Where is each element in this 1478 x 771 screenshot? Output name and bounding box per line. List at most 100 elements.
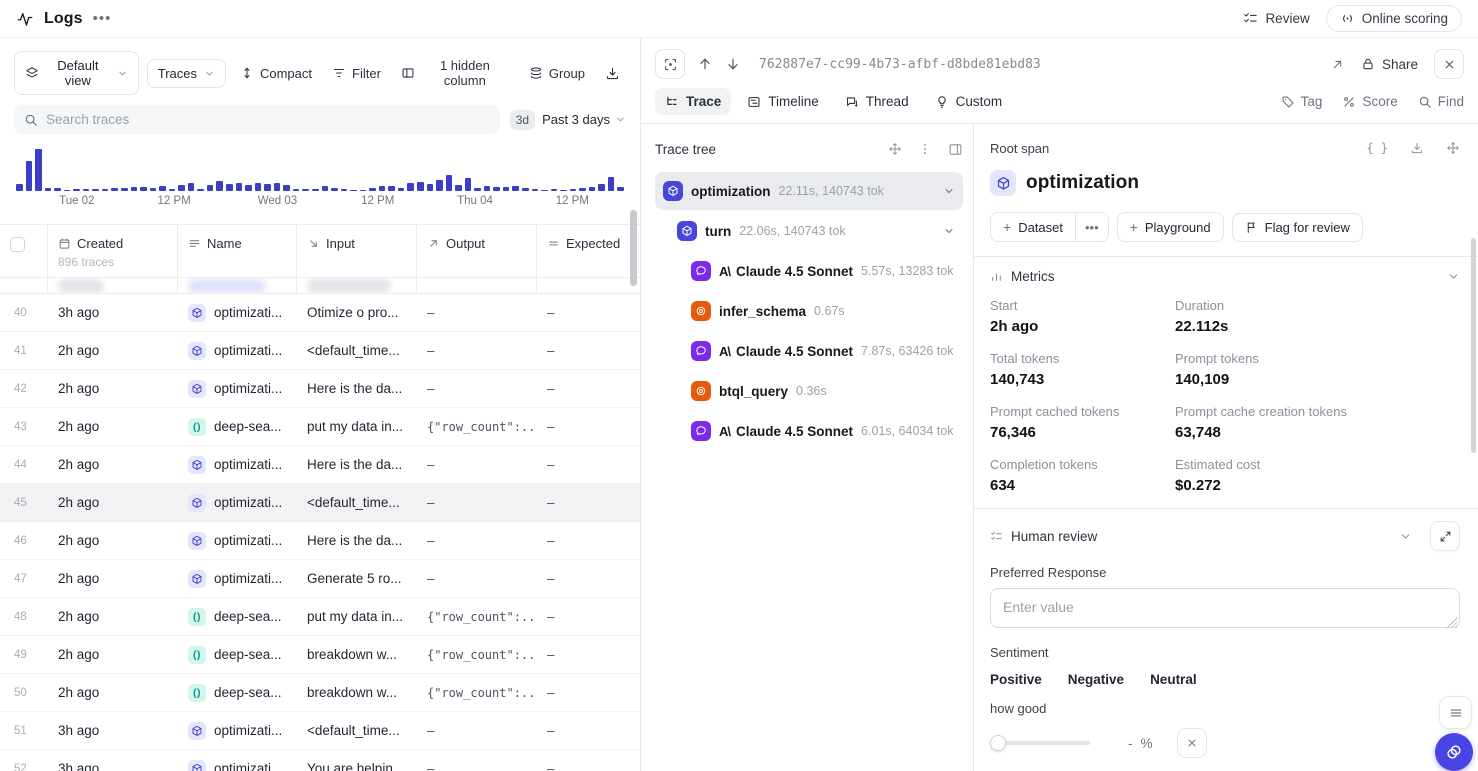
code-braces-icon[interactable]: { } xyxy=(1366,141,1388,155)
table-row[interactable]: 46 2h ago optimizati... Here is the da..… xyxy=(0,522,640,560)
histogram-bar xyxy=(579,188,586,192)
table-row[interactable]: 43 2h ago () deep-sea... put my data in.… xyxy=(0,408,640,446)
tab-timeline[interactable]: Timeline xyxy=(737,88,829,115)
expected-cell: – xyxy=(537,305,640,320)
histogram-bar xyxy=(398,188,405,192)
flag-for-review-button[interactable]: Flag for review xyxy=(1232,213,1363,242)
chevron-down-icon[interactable] xyxy=(943,225,955,237)
table-row[interactable]: 49 2h ago () deep-sea... breakdown w... … xyxy=(0,636,640,674)
trace-tree-node[interactable]: A\ Claude 4.5 Sonnet 7.87s, 63426 tok xyxy=(683,332,963,370)
trace-tree-node[interactable]: btql_query 0.36s xyxy=(683,372,963,410)
created-cell: 2h ago xyxy=(48,609,178,624)
table-row[interactable]: 40 3h ago optimizati... Otimize o pro...… xyxy=(0,294,640,332)
collapse-panel-icon[interactable] xyxy=(948,142,963,157)
row-number: 50 xyxy=(0,687,48,699)
expand-review-button[interactable] xyxy=(1430,521,1460,551)
table-row[interactable]: 44 2h ago optimizati... Here is the da..… xyxy=(0,446,640,484)
metrics-section-header[interactable]: Metrics xyxy=(990,269,1460,284)
share-button[interactable]: Share xyxy=(1361,57,1418,72)
span-cube-icon xyxy=(188,342,206,360)
open-external-button[interactable] xyxy=(1330,57,1345,72)
tab-trace[interactable]: Trace xyxy=(655,88,731,115)
created-cell: 2h ago xyxy=(48,381,178,396)
table-row[interactable]: 52 3h ago optimizati... You are helpin..… xyxy=(0,750,640,771)
side-menu-button[interactable] xyxy=(1439,696,1472,729)
move-icon[interactable] xyxy=(1446,141,1460,155)
page-menu-button[interactable]: ••• xyxy=(93,10,112,27)
tab-custom[interactable]: Custom xyxy=(925,88,1013,115)
column-header-expected[interactable]: Expected xyxy=(537,225,640,277)
search-input[interactable] xyxy=(46,112,490,127)
slider-thumb[interactable] xyxy=(990,735,1006,751)
hidden-columns-button[interactable]: 1 hidden column xyxy=(395,52,515,94)
score-button[interactable]: Score xyxy=(1342,94,1397,109)
input-cell: <default_time... xyxy=(297,495,417,510)
chevron-down-icon[interactable] xyxy=(943,185,955,197)
tab-thread[interactable]: Thread xyxy=(835,88,919,115)
input-cell: <default_time... xyxy=(297,343,417,358)
trace-tree-node[interactable]: turn 22.06s, 140743 tok xyxy=(669,212,963,250)
focus-span-button[interactable] xyxy=(655,49,685,79)
trace-volume-histogram[interactable]: Tue 0212 PMWed 0312 PMThu 0412 PM xyxy=(16,148,624,212)
filter-button[interactable]: Filter xyxy=(326,60,387,87)
tag-button[interactable]: Tag xyxy=(1281,94,1323,109)
sentiment-option[interactable]: Negative xyxy=(1068,672,1124,687)
sentiment-option[interactable]: Positive xyxy=(990,672,1042,687)
traces-selector[interactable]: Traces xyxy=(147,59,226,88)
dataset-more-button[interactable]: ••• xyxy=(1075,212,1109,242)
how-good-slider[interactable] xyxy=(990,735,1090,751)
trace-tree-node[interactable]: A\ Claude 4.5 Sonnet 5.57s, 13283 tok xyxy=(683,252,963,290)
select-all-checkbox[interactable] xyxy=(10,237,25,252)
table-row[interactable]: 50 2h ago () deep-sea... breakdown w... … xyxy=(0,674,640,712)
table-scrollbar[interactable] xyxy=(630,210,637,286)
name-cell: optimizati... xyxy=(178,494,297,512)
clear-score-button[interactable] xyxy=(1177,728,1207,758)
export-button[interactable] xyxy=(599,60,626,87)
trace-tree-node[interactable]: optimization 22.11s, 140743 tok xyxy=(655,172,963,210)
time-range-selector[interactable]: 3d Past 3 days xyxy=(510,110,626,130)
previous-trace-button[interactable] xyxy=(697,56,713,72)
chevron-down-icon[interactable] xyxy=(1399,530,1412,543)
open-in-playground-button[interactable]: + Playground xyxy=(1117,212,1224,242)
human-review-section-header[interactable]: Human review xyxy=(990,521,1460,551)
table-row[interactable]: 45 2h ago optimizati... <default_time...… xyxy=(0,484,640,522)
table-row[interactable]: 47 2h ago optimizati... Generate 5 ro...… xyxy=(0,560,640,598)
histogram-bar xyxy=(493,187,500,192)
chevron-down-icon[interactable] xyxy=(1447,270,1460,283)
output-cell: {"row_count":... xyxy=(417,610,537,624)
assistant-fab[interactable] xyxy=(1435,733,1473,771)
span-name: Claude 4.5 Sonnet xyxy=(736,424,853,439)
trace-tree-node[interactable]: A\ Claude 4.5 Sonnet 6.01s, 64034 tok xyxy=(683,412,963,450)
sentiment-option[interactable]: Neutral xyxy=(1150,672,1197,687)
column-header-created[interactable]: Created 896 traces xyxy=(48,225,178,277)
name-cell: optimizati... xyxy=(178,380,297,398)
bar-chart-icon xyxy=(990,270,1003,283)
compact-toggle[interactable]: Compact xyxy=(234,60,318,87)
move-icon[interactable] xyxy=(888,142,902,156)
find-button[interactable]: Find xyxy=(1418,94,1464,109)
kebab-menu-icon[interactable] xyxy=(918,142,932,156)
table-row[interactable]: 48 2h ago () deep-sea... put my data in.… xyxy=(0,598,640,636)
column-header-output[interactable]: Output xyxy=(417,225,537,277)
table-row[interactable]: 42 2h ago optimizati... Here is the da..… xyxy=(0,370,640,408)
histogram-bar xyxy=(45,188,52,192)
add-to-dataset-button[interactable]: + Dataset xyxy=(990,212,1075,242)
axis-tick-label: Tue 02 xyxy=(59,195,94,207)
table-row[interactable]: 51 3h ago optimizati... <default_time...… xyxy=(0,712,640,750)
trace-tree-node[interactable]: infer_schema 0.67s xyxy=(683,292,963,330)
close-panel-button[interactable] xyxy=(1434,49,1464,79)
table-row[interactable]: 41 2h ago optimizati... <default_time...… xyxy=(0,332,640,370)
group-button[interactable]: Group xyxy=(523,60,591,87)
trace-id: 762887e7-cc99-4b73-afbf-d8bde81ebd83 xyxy=(759,57,1318,72)
review-button[interactable]: Review xyxy=(1243,11,1309,26)
online-scoring-button[interactable]: Online scoring xyxy=(1326,5,1462,32)
preferred-response-input[interactable] xyxy=(990,588,1460,628)
expected-cell: – xyxy=(537,647,640,662)
detail-scrollbar[interactable] xyxy=(1471,238,1476,453)
download-icon[interactable] xyxy=(1410,141,1424,155)
view-selector[interactable]: Default view xyxy=(14,51,139,95)
span-cube-icon xyxy=(188,456,206,474)
column-header-input[interactable]: Input xyxy=(297,225,417,277)
column-header-name[interactable]: Name xyxy=(178,225,297,277)
next-trace-button[interactable] xyxy=(725,56,741,72)
